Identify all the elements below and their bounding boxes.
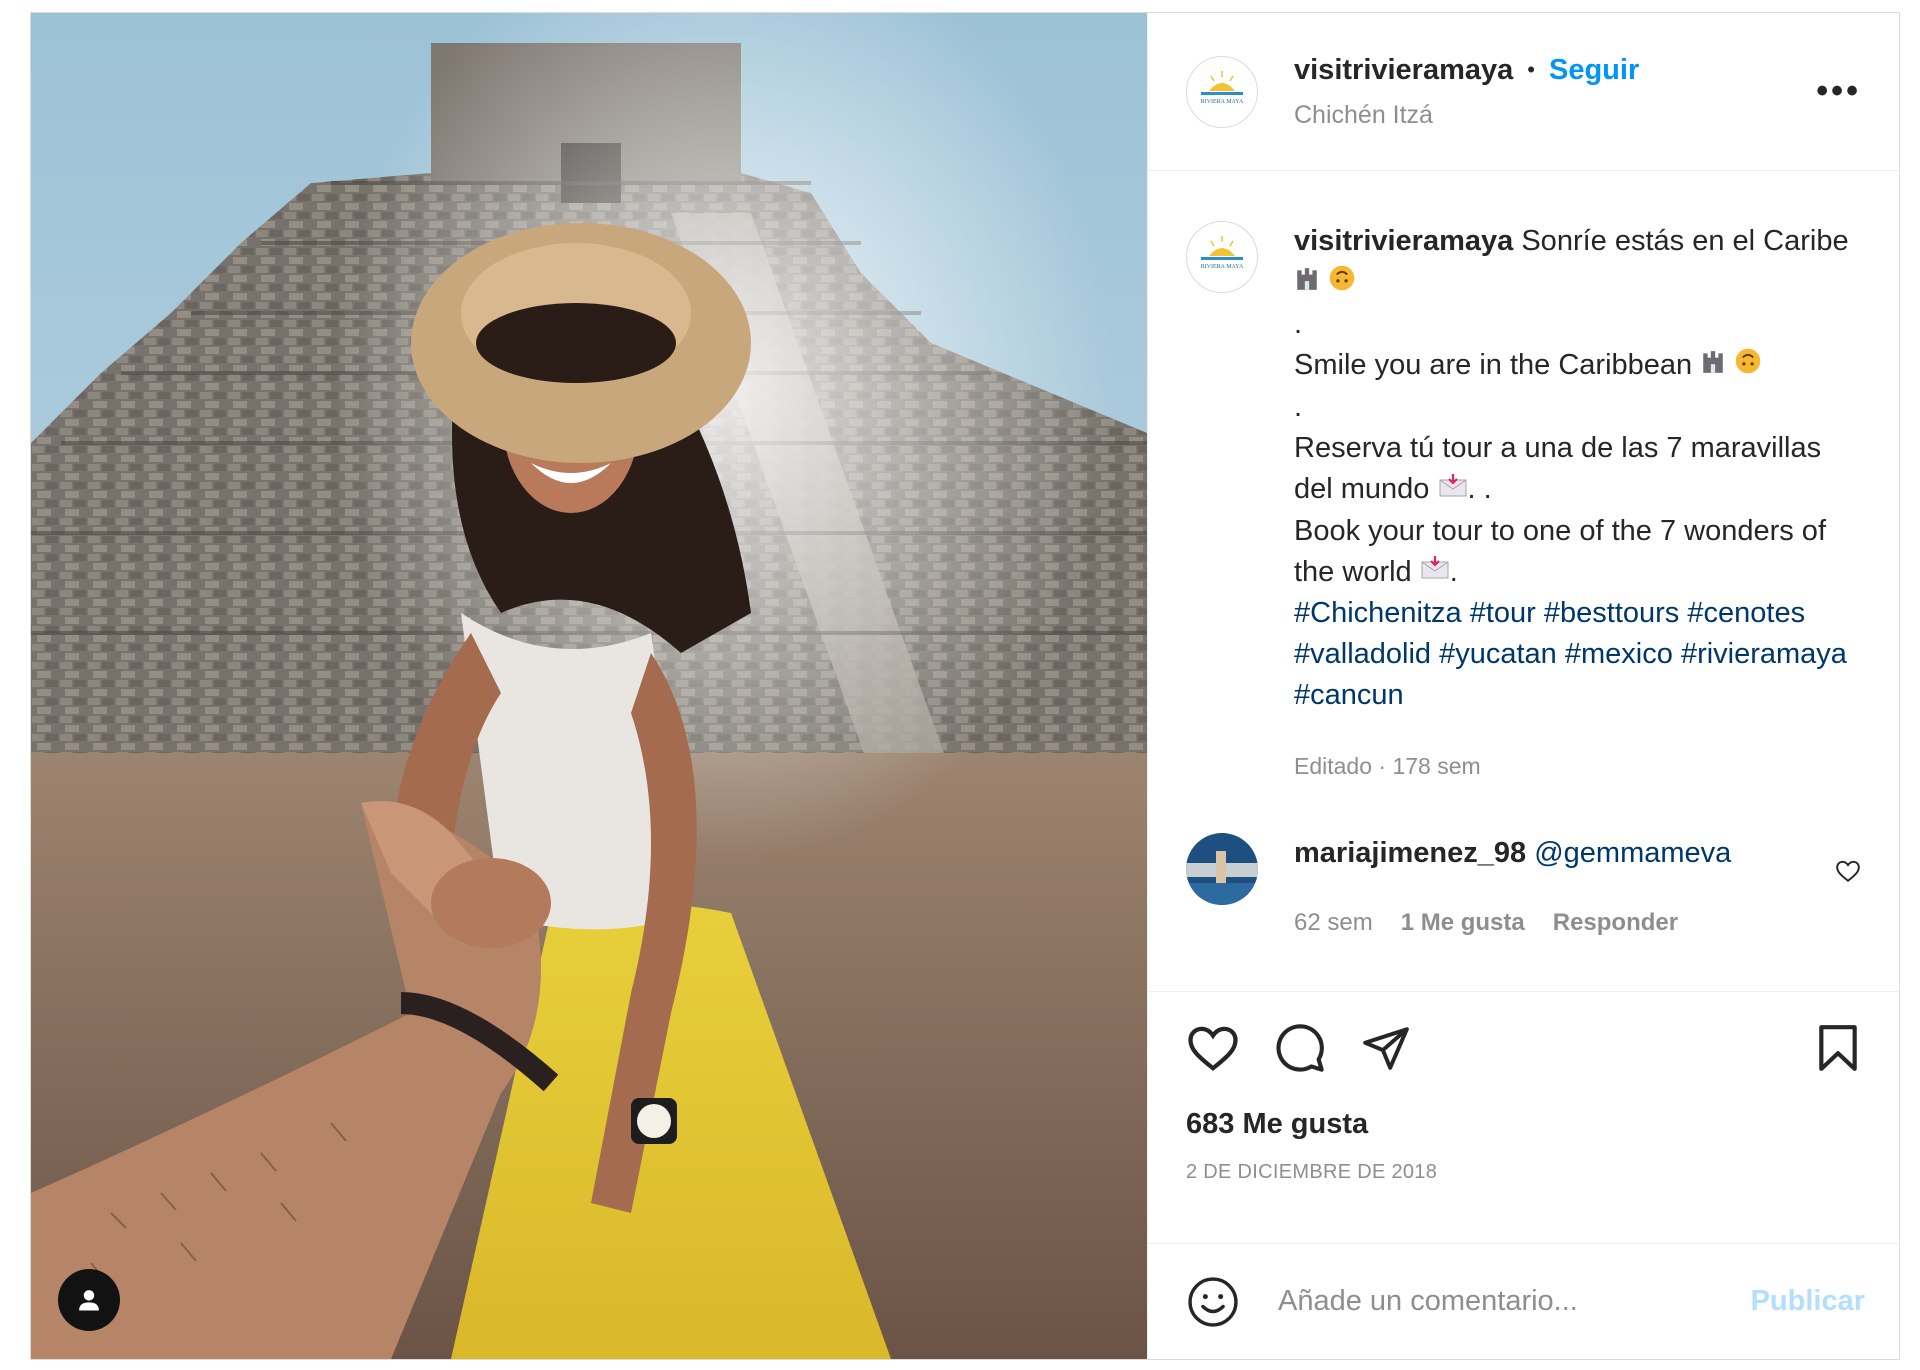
riviera-maya-logo-icon: RIVIERA MAYA bbox=[1201, 70, 1244, 105]
castle-emoji-icon bbox=[1700, 346, 1726, 387]
upside-down-face-emoji-icon bbox=[1734, 346, 1762, 387]
header-text: visitrivieramaya • Seguir Chichén Itzá bbox=[1294, 54, 1812, 130]
caption-booking-es: Reserva tú tour a una de las 7 maravilla… bbox=[1294, 431, 1822, 505]
save-button[interactable] bbox=[1815, 1023, 1861, 1073]
logo-text: RIVIERA MAYA bbox=[1201, 99, 1244, 105]
comment-time[interactable]: 62 sem bbox=[1294, 903, 1373, 943]
comment-content: mariajimenez_98 @gemmameva 62 sem 1 Me g… bbox=[1294, 833, 1835, 943]
follow-button[interactable]: Seguir bbox=[1549, 54, 1639, 87]
publish-button[interactable]: Publicar bbox=[1751, 1285, 1865, 1318]
caption-username[interactable]: visitrivieramaya bbox=[1294, 225, 1513, 257]
author-username[interactable]: visitrivieramaya bbox=[1294, 54, 1513, 87]
hashtag[interactable]: #Chichenitza bbox=[1294, 597, 1462, 629]
hashtag[interactable]: #tour bbox=[1470, 597, 1536, 629]
post-side-panel: RIVIERA MAYA visitrivieramaya • Seguir C… bbox=[1147, 13, 1899, 1359]
caption: RIVIERA MAYA visitrivieramaya Sonríe est… bbox=[1186, 221, 1861, 787]
caption-line-2: Smile you are in the Caribbean bbox=[1294, 345, 1861, 387]
post-photo[interactable] bbox=[31, 13, 1147, 1359]
heart-icon bbox=[1188, 1026, 1238, 1071]
post-actions-section: 683 Me gusta 2 DE DICIEMBRE DE 2018 bbox=[1148, 991, 1899, 1243]
like-button[interactable] bbox=[1186, 1023, 1240, 1073]
paper-plane-icon bbox=[1363, 1027, 1409, 1070]
add-comment-bar: Publicar bbox=[1148, 1243, 1899, 1359]
riviera-maya-logo-icon: RIVIERA MAYA bbox=[1201, 236, 1244, 270]
more-horizontal-icon: ••• bbox=[1816, 72, 1861, 110]
caption-line-4: Book your tour to one of the 7 wonders o… bbox=[1294, 511, 1861, 594]
smiley-icon bbox=[1188, 1276, 1238, 1327]
emoji-picker-button[interactable] bbox=[1186, 1275, 1240, 1329]
comment-mention[interactable]: @gemmameva bbox=[1534, 837, 1731, 869]
commenter-username[interactable]: mariajimenez_98 bbox=[1294, 837, 1526, 869]
user-tag-icon bbox=[79, 1290, 99, 1311]
caption-author-avatar[interactable]: RIVIERA MAYA bbox=[1186, 221, 1258, 293]
comment-item: mariajimenez_98 @gemmameva 62 sem 1 Me g… bbox=[1186, 833, 1861, 943]
castle-emoji-icon bbox=[1294, 263, 1320, 304]
comment-like-button[interactable] bbox=[1835, 859, 1861, 888]
hashtag[interactable]: #yucatan bbox=[1439, 638, 1557, 670]
header-top-line: visitrivieramaya • Seguir bbox=[1294, 54, 1812, 87]
heart-icon bbox=[1836, 861, 1860, 883]
action-bar bbox=[1186, 1022, 1861, 1074]
hashtag[interactable]: #rivieramaya bbox=[1681, 638, 1847, 670]
photo-illustration bbox=[31, 13, 1147, 1359]
hashtag[interactable]: #valladolid bbox=[1294, 638, 1431, 670]
hashtag[interactable]: #besttours bbox=[1544, 597, 1679, 629]
caption-text: visitrivieramaya Sonríe estás en el Cari… bbox=[1294, 221, 1861, 787]
post-header: RIVIERA MAYA visitrivieramaya • Seguir C… bbox=[1148, 13, 1899, 171]
bookmark-icon bbox=[1819, 1025, 1857, 1071]
comment-button[interactable] bbox=[1274, 1022, 1326, 1074]
comment-icon bbox=[1276, 1024, 1324, 1072]
caption-hashtags: #Chichenitza #tour #besttours #cenotes #… bbox=[1294, 593, 1861, 716]
reply-button[interactable]: Responder bbox=[1553, 903, 1678, 943]
incoming-envelope-emoji-icon bbox=[1420, 552, 1450, 593]
logo-text: RIVIERA MAYA bbox=[1201, 264, 1244, 270]
post-container: RIVIERA MAYA visitrivieramaya • Seguir C… bbox=[30, 12, 1900, 1360]
share-button[interactable] bbox=[1360, 1023, 1412, 1073]
post-date[interactable]: 2 DE DICIEMBRE DE 2018 bbox=[1186, 1161, 1861, 1184]
caption-meta: Editado · 178 sem bbox=[1294, 753, 1481, 780]
incoming-envelope-emoji-icon bbox=[1438, 470, 1468, 511]
hashtag[interactable]: #cancun bbox=[1294, 679, 1404, 711]
more-options-button[interactable]: ••• bbox=[1812, 72, 1865, 111]
comment-likes[interactable]: 1 Me gusta bbox=[1401, 903, 1525, 943]
comments-scroll-area[interactable]: RIVIERA MAYA visitrivieramaya Sonríe est… bbox=[1148, 171, 1899, 991]
comment-meta: 62 sem 1 Me gusta Responder bbox=[1294, 903, 1835, 943]
author-avatar[interactable]: RIVIERA MAYA bbox=[1186, 55, 1258, 128]
caption-separator-1: . bbox=[1294, 307, 1303, 340]
caption-line-3-suffix: . . bbox=[1467, 472, 1492, 505]
tagged-users-button[interactable] bbox=[58, 1269, 120, 1331]
separator-dot: • bbox=[1527, 57, 1535, 82]
upside-down-face-emoji-icon bbox=[1328, 263, 1356, 304]
caption-line-4-suffix: . bbox=[1449, 555, 1458, 588]
caption-separator-2: . bbox=[1294, 390, 1303, 423]
caption-booking-en: Book your tour to one of the 7 wonders o… bbox=[1294, 514, 1826, 588]
hashtag[interactable]: #mexico bbox=[1565, 638, 1673, 670]
caption-line-1: visitrivieramaya Sonríe estás en el Cari… bbox=[1294, 221, 1861, 304]
post-location[interactable]: Chichén Itzá bbox=[1294, 101, 1812, 130]
caption-text-en: Smile you are in the Caribbean bbox=[1294, 348, 1693, 381]
commenter-avatar[interactable] bbox=[1186, 833, 1258, 906]
add-comment-input[interactable] bbox=[1276, 1284, 1751, 1319]
caption-line-3: Reserva tú tour a una de las 7 maravilla… bbox=[1294, 428, 1861, 511]
likes-count[interactable]: 683 Me gusta bbox=[1186, 1108, 1861, 1141]
caption-text-es: Sonríe estás en el Caribe bbox=[1521, 225, 1849, 257]
hashtag[interactable]: #cenotes bbox=[1687, 597, 1805, 629]
commenter-photo bbox=[1186, 833, 1258, 906]
